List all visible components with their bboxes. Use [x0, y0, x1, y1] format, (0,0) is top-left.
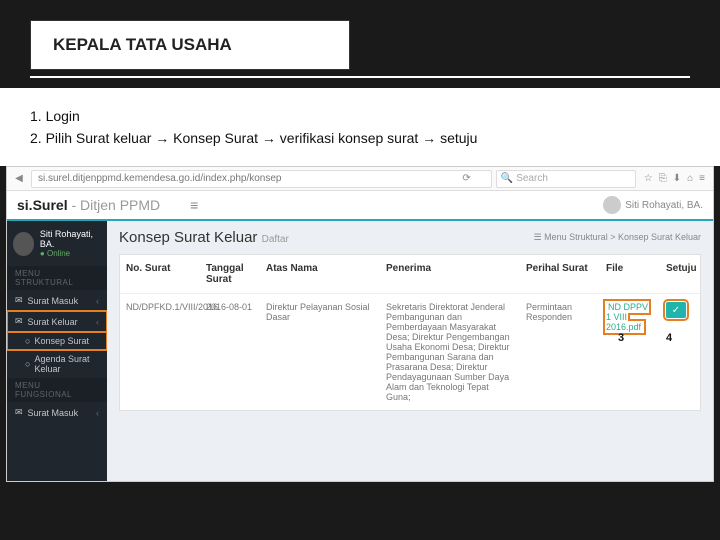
mail-icon: ✉ [15, 295, 23, 306]
hamburger-icon[interactable]: ≡ [190, 197, 198, 213]
app-brand: si.Surel - Ditjen PPMD [17, 197, 160, 213]
cell-file: ND DPPV 1 VIII 2016.pdf 3 [600, 294, 660, 410]
brand-sub: - Ditjen PPMD [68, 197, 161, 213]
file-link[interactable]: ND DPPV 1 VIII 2016.pdf [606, 302, 648, 332]
menu-label-fungsional: MENU FUNGSIONAL [7, 378, 107, 402]
sidebar-item-surat-keluar[interactable]: ✉ Surat Keluar ‹ 1 [7, 311, 107, 332]
th-tanggal: Tanggal Surat [200, 255, 260, 293]
step-2: 2. Pilih Surat keluar → Konsep Surat → v… [30, 130, 690, 146]
address-bar[interactable]: si.surel.ditjenppmd.kemendesa.go.id/inde… [31, 170, 492, 188]
subtitle: Daftar [262, 234, 289, 245]
chevron-left-icon: ‹ [96, 408, 99, 418]
mail-icon: ✉ [15, 407, 23, 418]
browser-screenshot: ◀ si.surel.ditjenppmd.kemendesa.go.id/in… [6, 166, 714, 482]
label: Konsep Surat [34, 336, 89, 346]
cell-setuju: ✓ 4 [660, 294, 700, 410]
th-atas-nama: Atas Nama [260, 255, 380, 293]
title-text: Konsep Surat Keluar [119, 229, 257, 246]
url-text: si.surel.ditjenppmd.kemendesa.go.id/inde… [38, 173, 282, 184]
step-1: 1. Login [30, 108, 690, 124]
chevron-left-icon: ‹ [96, 296, 99, 306]
cell-penerima: Sekretaris Direktorat Jenderal Pembangun… [380, 294, 520, 410]
circle-icon: ○ [25, 336, 30, 346]
data-table: No. Surat Tanggal Surat Atas Nama Peneri… [119, 254, 701, 411]
star-icon[interactable]: ☆ [644, 173, 653, 184]
table-row: ND/DPFKD.1/VIII/2016 2016-08-01 Direktur… [120, 294, 700, 410]
sidebar: Siti Rohayati, BA. ● Online MENU STRUKTU… [7, 221, 107, 481]
table-header: No. Surat Tanggal Surat Atas Nama Peneri… [120, 255, 700, 294]
approve-button[interactable]: ✓ [666, 302, 686, 318]
sidebar-item-surat-masuk[interactable]: ✉ Surat Masuk ‹ [7, 290, 107, 311]
page-title: Konsep Surat Keluar Daftar [119, 229, 289, 246]
label: Agenda Surat Keluar [34, 354, 99, 374]
label: Surat Keluar [28, 317, 78, 327]
breadcrumb: ☰ Menu Struktural > Konsep Surat Keluar [534, 232, 701, 243]
open-mail-icon: ✉ [15, 316, 23, 327]
self-icon[interactable]: ⎘ [659, 173, 667, 184]
cell-perihal: Permintaan Responden [520, 294, 600, 410]
title-underline [30, 76, 690, 78]
slide-title: KEPALA TATA USAHA [30, 20, 350, 70]
sidebar-sub-agenda[interactable]: ○ Agenda Surat Keluar [7, 350, 107, 378]
th-no-surat: No. Surat [120, 255, 200, 293]
menu-label-struktural: MENU STRUKTURAL [7, 266, 107, 290]
toolbar-icons: ☆ ⎘ ⬇ ⌂ ≡ [640, 173, 709, 184]
profile-avatar-icon [13, 232, 34, 256]
menu-icon[interactable]: ≡ [699, 173, 705, 184]
label: Surat Masuk [28, 296, 79, 306]
app-body: Siti Rohayati, BA. ● Online MENU STRUKTU… [7, 221, 713, 481]
callout-3: 3 [618, 332, 624, 344]
cell-atas-nama: Direktur Pelayanan Sosial Dasar [260, 294, 380, 410]
cell-tanggal: 2016-08-01 [200, 294, 260, 410]
sidebar-sub-konsep-surat[interactable]: ○ Konsep Surat 2 [7, 332, 107, 350]
profile-status: ● Online [40, 249, 101, 258]
profile-name: Siti Rohayati, BA. [40, 229, 101, 249]
reload-icon[interactable]: ⟳ [462, 173, 470, 184]
slide-header: KEPALA TATA USAHA [0, 0, 720, 88]
sidebar-item-surat-masuk-2[interactable]: ✉ Surat Masuk ‹ [7, 402, 107, 423]
brand-main: si.Surel [17, 197, 68, 213]
th-setuju: Setuju [660, 255, 700, 293]
sidebar-profile: Siti Rohayati, BA. ● Online [7, 221, 107, 266]
callout-4: 4 [666, 332, 672, 344]
th-penerima: Penerima [380, 255, 520, 293]
th-file: File [600, 255, 660, 293]
home-icon[interactable]: ⌂ [687, 173, 693, 184]
search-box[interactable]: 🔍 Search [496, 170, 636, 188]
url-bar: ◀ si.surel.ditjenppmd.kemendesa.go.id/in… [7, 167, 713, 191]
content-header: Konsep Surat Keluar Daftar ☰ Menu Strukt… [107, 221, 713, 254]
app-header: si.Surel - Ditjen PPMD ≡ Siti Rohayati, … [7, 191, 713, 221]
cell-no-surat: ND/DPFKD.1/VIII/2016 [120, 294, 200, 410]
search-placeholder: Search [516, 173, 548, 184]
back-icon[interactable]: ◀ [11, 171, 27, 187]
top-user-name: Siti Rohayati, BA. [625, 200, 703, 211]
label: Surat Masuk [28, 408, 79, 418]
download-icon[interactable]: ⬇ [673, 173, 681, 184]
content-area: Konsep Surat Keluar Daftar ☰ Menu Strukt… [107, 221, 713, 481]
th-perihal: Perihal Surat [520, 255, 600, 293]
instruction-block: 1. Login 2. Pilih Surat keluar → Konsep … [0, 88, 720, 166]
search-icon: 🔍 [501, 173, 513, 184]
chevron-left-icon: ‹ [96, 317, 99, 327]
top-user[interactable]: Siti Rohayati, BA. [603, 196, 703, 214]
circle-icon: ○ [25, 359, 30, 369]
avatar-icon [603, 196, 621, 214]
